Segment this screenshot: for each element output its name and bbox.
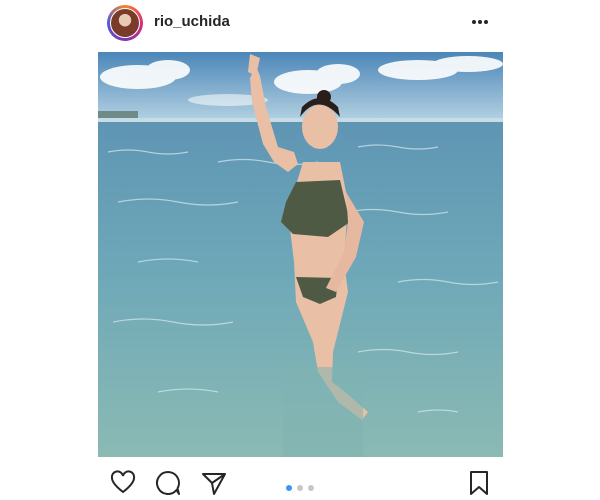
post-header: rio_uchida xyxy=(0,0,600,46)
more-options-icon[interactable] xyxy=(470,12,490,32)
post-photo[interactable] xyxy=(98,52,503,457)
carousel-dot-2[interactable] xyxy=(297,485,303,491)
carousel-dot-1[interactable] xyxy=(286,485,292,491)
post-photo-scene xyxy=(98,52,503,457)
carousel-indicator xyxy=(286,485,316,491)
heart-icon[interactable] xyxy=(110,470,136,496)
share-icon[interactable] xyxy=(201,470,227,496)
username-link[interactable]: rio_uchida xyxy=(154,13,230,30)
bookmark-icon[interactable] xyxy=(466,470,492,496)
avatar[interactable] xyxy=(107,5,143,41)
action-bar xyxy=(0,460,600,500)
avatar-image xyxy=(110,8,140,38)
carousel-dot-3[interactable] xyxy=(308,485,314,491)
comment-icon[interactable] xyxy=(155,470,181,496)
